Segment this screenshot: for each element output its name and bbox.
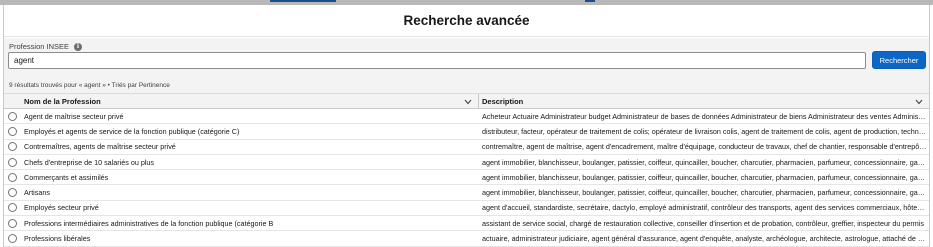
description-text: distributeur, facteur, opérateur de trai… <box>482 126 927 136</box>
row-radio-button[interactable] <box>8 126 17 136</box>
description-text: agent d'accueil, standardiste, secrétair… <box>482 203 927 213</box>
profession-label-text: Profession INSEE <box>9 42 70 51</box>
table-row[interactable]: Contremaîtres, agents de maîtrise secteu… <box>4 139 929 155</box>
modal-body: Profession INSEE i Rechercher 9 résultat… <box>4 38 929 247</box>
profession-name-cell: Agent de maîtrise secteur privé <box>24 111 124 121</box>
profession-description-cell: agent immobilier, blanchisseur, boulange… <box>479 185 929 199</box>
profession-description-cell: agent immobilier, blanchisseur, boulange… <box>479 170 929 184</box>
profession-name-cell: Employés secteur privé <box>24 203 99 213</box>
description-text: contremaître, agent de maîtrise, agent d… <box>482 142 927 152</box>
row-radio-button[interactable] <box>8 188 17 198</box>
profession-search-input[interactable] <box>8 52 866 69</box>
profession-description-cell: assistant de service social, chargé de r… <box>479 216 929 230</box>
select-column-header <box>4 94 21 108</box>
table-row[interactable]: Professions libérales actuaire, administ… <box>4 231 929 247</box>
profession-name-cell: Chefs d'entreprise de 10 salariés ou plu… <box>24 157 155 167</box>
row-radio-button[interactable] <box>8 157 17 167</box>
column-header-label: Nom de la Profession <box>24 96 101 106</box>
row-select-cell <box>4 124 21 138</box>
column-header-name[interactable]: Nom de la Profession <box>21 94 479 108</box>
description-text: agent immobilier, blanchisseur, boulange… <box>482 172 927 182</box>
background-accent <box>585 0 595 2</box>
row-select-cell <box>4 170 21 184</box>
description-text: actuaire, administrateur judiciaire, age… <box>482 234 927 244</box>
profession-description-cell: distributeur, facteur, opérateur de trai… <box>479 124 929 138</box>
modal-header: Recherche avancée <box>4 5 929 37</box>
profession-description-cell: contremaître, agent de maîtrise, agent d… <box>479 140 929 154</box>
profession-name-cell: Professions intermédiaires administrativ… <box>24 218 274 228</box>
results-summary: 9 résultats trouvés pour « agent » • Tri… <box>9 82 170 89</box>
chevron-down-icon[interactable] <box>914 97 923 106</box>
row-select-cell <box>4 109 21 123</box>
results-table: Nom de la Profession Description Agent d… <box>4 93 929 247</box>
profession-description-cell: Acheteur Actuaire Administrateur budget … <box>479 109 929 123</box>
info-icon[interactable]: i <box>74 42 83 51</box>
profession-description-cell: agent immobilier, blanchisseur, boulange… <box>479 155 929 169</box>
table-row[interactable]: Commerçants et assimilés agent immobilie… <box>4 170 929 186</box>
column-header-label: Description <box>482 96 524 106</box>
row-radio-button[interactable] <box>8 142 17 152</box>
column-header-description[interactable]: Description <box>479 94 929 108</box>
description-text: Acheteur Actuaire Administrateur budget … <box>482 111 927 121</box>
chevron-down-icon[interactable] <box>463 97 472 106</box>
profession-description-cell: actuaire, administrateur judiciaire, age… <box>479 231 929 245</box>
advanced-search-modal: Recherche avancée Profession INSEE i Rec… <box>3 5 930 247</box>
row-radio-button[interactable] <box>8 111 17 121</box>
table-row[interactable]: Chefs d'entreprise de 10 salariés ou plu… <box>4 154 929 171</box>
row-radio-button[interactable] <box>8 234 17 244</box>
table-row[interactable]: Agent de maîtrise secteur privé Acheteur… <box>4 109 929 125</box>
profession-name-cell: Employés et agents de service de la fonc… <box>24 126 240 136</box>
row-select-cell <box>4 185 21 199</box>
row-select-cell <box>4 155 21 169</box>
table-row[interactable]: Employés secteur privé agent d'accueil, … <box>4 200 929 217</box>
description-text: agent immobilier, blanchisseur, boulange… <box>482 157 927 167</box>
table-row[interactable]: Artisans agent immobilier, blanchisseur,… <box>4 185 929 201</box>
profession-name-cell: Commerçants et assimilés <box>24 172 109 182</box>
row-select-cell <box>4 201 21 215</box>
profession-field-label: Profession INSEE i <box>9 42 83 51</box>
row-radio-button[interactable] <box>8 218 17 228</box>
profession-name-cell: Professions libérales <box>24 234 91 244</box>
table-row[interactable]: Professions intermédiaires administrativ… <box>4 216 929 232</box>
table-row[interactable]: Employés et agents de service de la fonc… <box>4 124 929 140</box>
description-text: agent immobilier, blanchisseur, boulange… <box>482 188 927 198</box>
row-select-cell <box>4 140 21 154</box>
profession-name-cell: Contremaîtres, agents de maîtrise secteu… <box>24 142 176 152</box>
modal-title: Recherche avancée <box>403 13 530 28</box>
row-radio-button[interactable] <box>8 172 17 182</box>
row-select-cell <box>4 216 21 230</box>
row-select-cell <box>4 231 21 245</box>
table-header: Nom de la Profession Description <box>4 93 929 109</box>
row-radio-button[interactable] <box>8 203 17 213</box>
background-accent <box>270 0 336 2</box>
profession-name-cell: Artisans <box>24 188 50 198</box>
description-text: assistant de service social, chargé de r… <box>482 218 924 228</box>
profession-description-cell: agent d'accueil, standardiste, secrétair… <box>479 201 929 215</box>
search-button[interactable]: Rechercher <box>872 51 926 69</box>
